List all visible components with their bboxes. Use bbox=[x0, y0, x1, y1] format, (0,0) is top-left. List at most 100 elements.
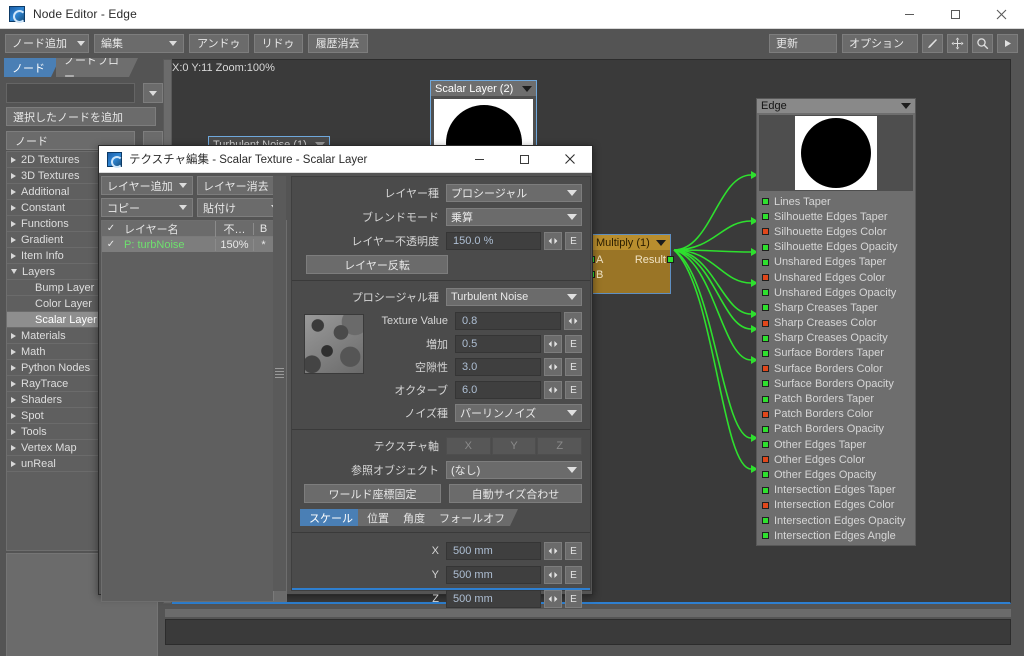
layer-row[interactable]: ✓ P: turbNoise 150% * bbox=[102, 237, 273, 252]
remove-layer-button[interactable]: レイヤー消去 bbox=[197, 176, 285, 195]
port-green-icon[interactable] bbox=[762, 243, 769, 251]
chevron-down-icon[interactable] bbox=[656, 239, 666, 246]
dialog-close-button[interactable] bbox=[547, 146, 592, 173]
layer-table[interactable]: ✓ レイヤー名 不… B ✓ P: turbNoise 150% * bbox=[101, 220, 287, 602]
redo-button[interactable]: リドゥ bbox=[253, 33, 303, 53]
port-green-icon[interactable] bbox=[762, 532, 769, 540]
play-icon[interactable] bbox=[997, 33, 1018, 53]
edge-output-row[interactable]: Unshared Edges Opacity bbox=[757, 285, 915, 300]
procedural-type-select[interactable]: Turbulent Noise bbox=[446, 288, 582, 306]
port-red-icon[interactable] bbox=[762, 365, 769, 373]
layer-opacity-stepper[interactable] bbox=[544, 232, 562, 250]
layer-type-select[interactable]: プロシージャル bbox=[446, 184, 582, 202]
chevron-down-icon[interactable] bbox=[522, 85, 532, 92]
edge-output-row[interactable]: Silhouette Edges Opacity bbox=[757, 240, 915, 255]
port-output-result[interactable] bbox=[667, 256, 674, 263]
chevron-right-icon[interactable] bbox=[11, 396, 16, 403]
port-green-icon[interactable] bbox=[762, 486, 769, 494]
chevron-right-icon[interactable] bbox=[11, 204, 16, 211]
port-green-icon[interactable] bbox=[762, 334, 769, 342]
node-edge-output-list[interactable]: Lines Taper Silhouette Edges Taper Silhoue… bbox=[757, 193, 915, 545]
chevron-right-icon[interactable] bbox=[11, 236, 16, 243]
edge-output-row[interactable]: Surface Borders Taper bbox=[757, 346, 915, 361]
transform-tab-scale[interactable]: スケール bbox=[300, 509, 366, 526]
increment-envelope-button[interactable]: E bbox=[565, 335, 582, 353]
texture-axis-y-button[interactable]: Y bbox=[491, 437, 537, 455]
edge-output-row[interactable]: Unshared Edges Color bbox=[757, 270, 915, 285]
increment-stepper[interactable] bbox=[544, 335, 562, 353]
port-green-icon[interactable] bbox=[762, 258, 769, 266]
add-node-dropdown[interactable]: ノード追加 bbox=[5, 33, 89, 53]
texture-axis-buttons[interactable]: XYZ bbox=[446, 437, 583, 455]
layer-table-rows[interactable]: ✓ P: turbNoise 150% * bbox=[102, 237, 273, 252]
edge-output-row[interactable]: Other Edges Color bbox=[757, 452, 915, 467]
reference-object-select[interactable]: (なし) bbox=[446, 461, 582, 479]
port-green-icon[interactable] bbox=[762, 425, 769, 433]
octaves-stepper[interactable] bbox=[544, 381, 562, 399]
dialog-maximize-button[interactable] bbox=[502, 146, 547, 173]
auto-size-button[interactable]: 自動サイズ合わせ bbox=[448, 484, 582, 503]
transform-tab-フォールオフ[interactable]: フォールオフ bbox=[430, 509, 518, 526]
edge-output-row[interactable]: Intersection Edges Taper bbox=[757, 483, 915, 498]
layer-opacity-cell[interactable]: 150% bbox=[215, 238, 253, 251]
port-red-icon[interactable] bbox=[762, 228, 769, 236]
edge-output-row[interactable]: Sharp Creases Opacity bbox=[757, 331, 915, 346]
node-search-input[interactable] bbox=[6, 83, 136, 103]
undo-button[interactable]: アンドゥ bbox=[189, 33, 249, 53]
world-coordinates-button[interactable]: ワールド座標固定 bbox=[304, 484, 441, 503]
options-button[interactable]: オプション bbox=[842, 33, 918, 53]
port-green-icon[interactable] bbox=[762, 349, 769, 357]
texture-value-stepper[interactable] bbox=[564, 312, 582, 330]
chevron-right-icon[interactable] bbox=[11, 428, 16, 435]
dialog-splitter[interactable] bbox=[273, 176, 286, 591]
close-button[interactable] bbox=[978, 0, 1024, 29]
chevron-right-icon[interactable] bbox=[11, 156, 16, 163]
increment-input[interactable]: 0.5 bbox=[455, 335, 541, 353]
dialog-minimize-button[interactable] bbox=[457, 146, 502, 173]
port-red-icon[interactable] bbox=[762, 456, 769, 464]
port-green-icon[interactable] bbox=[762, 471, 769, 479]
port-red-icon[interactable] bbox=[762, 410, 769, 418]
edge-output-row[interactable]: Lines Taper bbox=[757, 194, 915, 209]
edge-output-row[interactable]: Silhouette Edges Color bbox=[757, 224, 915, 239]
octaves-input[interactable]: 6.0 bbox=[455, 381, 541, 399]
edge-output-row[interactable]: Patch Borders Opacity bbox=[757, 422, 915, 437]
blend-mode-select[interactable]: 乗算 bbox=[446, 208, 582, 226]
paste-button[interactable]: 貼付け bbox=[197, 198, 285, 217]
node-multiply[interactable]: Multiply (1) A Result B bbox=[588, 234, 674, 294]
add-selected-node-button[interactable]: 選択したノードを追加 bbox=[6, 107, 156, 126]
scale-x-envelope-button[interactable]: E bbox=[565, 542, 582, 560]
update-button[interactable]: 更新 bbox=[769, 33, 837, 53]
layer-name-cell[interactable]: P: turbNoise bbox=[120, 239, 215, 251]
port-green-icon[interactable] bbox=[762, 304, 769, 312]
search-dropdown-button[interactable] bbox=[143, 83, 163, 103]
scale-z-envelope-button[interactable]: E bbox=[565, 590, 582, 608]
edge-output-row[interactable]: Intersection Edges Angle bbox=[757, 528, 915, 543]
edge-output-row[interactable]: Sharp Creases Color bbox=[757, 316, 915, 331]
chevron-down-icon[interactable] bbox=[11, 269, 17, 274]
lacunarity-input[interactable]: 3.0 bbox=[455, 358, 541, 376]
lacunarity-envelope-button[interactable]: E bbox=[565, 358, 582, 376]
scale-x-stepper[interactable] bbox=[544, 542, 562, 560]
move-icon[interactable] bbox=[947, 33, 968, 53]
invert-layer-button[interactable]: レイヤー反転 bbox=[306, 255, 448, 274]
lacunarity-stepper[interactable] bbox=[544, 358, 562, 376]
edge-output-row[interactable]: Intersection Edges Color bbox=[757, 498, 915, 513]
scale-y-input[interactable]: 500 mm bbox=[446, 566, 541, 584]
edge-output-row[interactable]: Other Edges Taper bbox=[757, 437, 915, 452]
port-green-icon[interactable] bbox=[762, 198, 769, 206]
chevron-right-icon[interactable] bbox=[11, 364, 16, 371]
edge-output-row[interactable]: Intersection Edges Opacity bbox=[757, 513, 915, 528]
edge-output-row[interactable]: Surface Borders Color bbox=[757, 361, 915, 376]
texture-axis-z-button[interactable]: Z bbox=[537, 437, 583, 455]
chevron-right-icon[interactable] bbox=[11, 220, 16, 227]
edge-output-row[interactable]: Silhouette Edges Taper bbox=[757, 209, 915, 224]
pen-icon[interactable] bbox=[922, 33, 943, 53]
port-red-icon[interactable] bbox=[762, 319, 769, 327]
layer-opacity-envelope-button[interactable]: E bbox=[565, 232, 582, 250]
texture-editor-dialog[interactable]: テクスチャ編集 - Scalar Texture - Scalar Layer … bbox=[98, 145, 593, 608]
port-green-icon[interactable] bbox=[762, 213, 769, 221]
texture-axis-x-button[interactable]: X bbox=[446, 437, 491, 455]
edge-output-row[interactable]: Other Edges Opacity bbox=[757, 467, 915, 482]
edge-output-row[interactable]: Patch Borders Taper bbox=[757, 391, 915, 406]
